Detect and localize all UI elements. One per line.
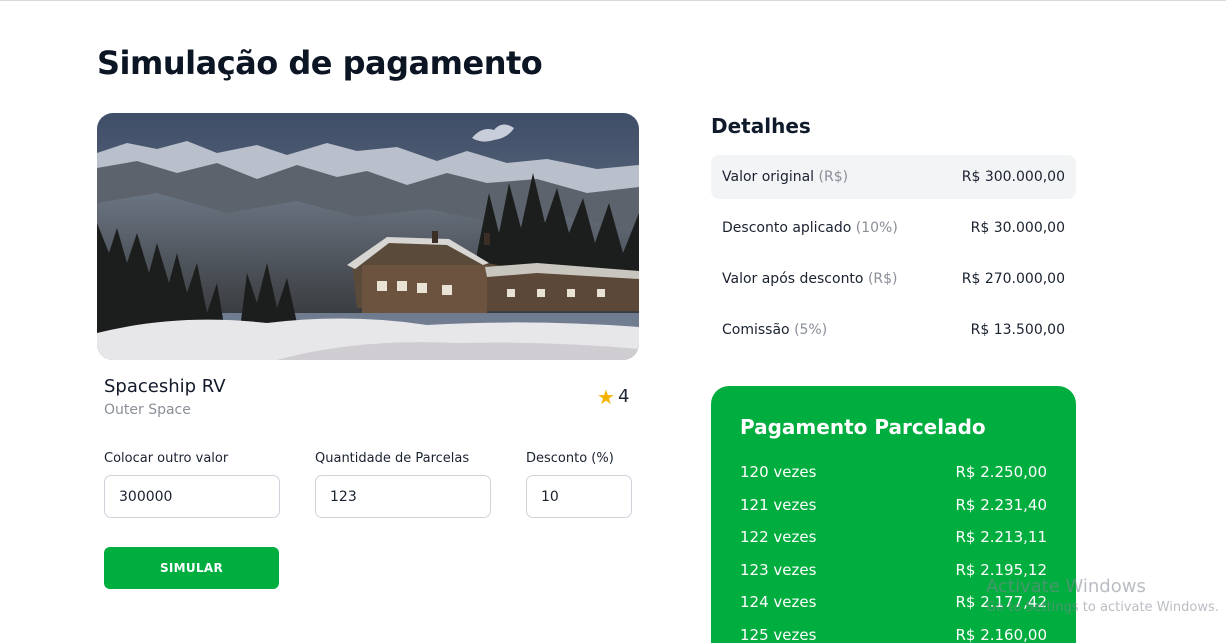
detail-row-value-after-discount: Valor após desconto (R$) R$ 270.000,00: [711, 257, 1076, 301]
rating-value: 4: [617, 386, 630, 407]
installment-value: R$ 2.213,11: [955, 528, 1047, 546]
property-location: Outer Space: [104, 402, 191, 418]
installment-count: 125 vezes: [740, 625, 817, 643]
detail-label-unit: (R$): [818, 169, 849, 185]
detail-label: Valor após desconto (R$): [722, 271, 898, 287]
detail-row-original-value: Valor original (R$) R$ 300.000,00: [711, 155, 1076, 199]
detail-value: R$ 270.000,00: [961, 271, 1065, 287]
detail-row-discount: Desconto aplicado (10%) R$ 30.000,00: [711, 206, 1076, 250]
detail-value: R$ 30.000,00: [970, 220, 1065, 236]
value-label: Colocar outro valor: [104, 451, 229, 466]
property-rating: ★ 4: [597, 386, 629, 407]
installments-label: Quantidade de Parcelas: [315, 451, 470, 466]
details-list: Valor original (R$) R$ 300.000,00 Descon…: [711, 155, 1076, 359]
detail-label-text: Desconto aplicado: [722, 220, 852, 236]
detail-value: R$ 13.500,00: [970, 322, 1065, 338]
installments-title: Pagamento Parcelado: [740, 415, 986, 439]
details-title: Detalhes: [711, 114, 811, 138]
top-border: [0, 0, 1226, 1]
discount-input[interactable]: [526, 475, 632, 518]
detail-label-unit: (5%): [794, 322, 828, 338]
detail-value: R$ 300.000,00: [961, 169, 1065, 185]
installment-count: 121 vezes: [740, 495, 817, 514]
page-title: Simulação de pagamento: [97, 44, 543, 82]
star-icon: ★: [597, 384, 615, 409]
detail-label-text: Valor original: [722, 169, 815, 185]
installment-count: 122 vezes: [740, 528, 817, 546]
property-name: Spaceship RV: [104, 376, 226, 397]
installment-row: 125 vezes R$ 2.160,00: [740, 626, 1047, 643]
detail-label-unit: (10%): [855, 220, 898, 236]
installment-count: 120 vezes: [740, 463, 817, 481]
installments-input[interactable]: [315, 475, 491, 518]
detail-label: Desconto aplicado (10%): [722, 220, 898, 236]
installment-row: 124 vezes R$ 2.177,42: [740, 593, 1047, 626]
detail-label-text: Comissão: [722, 322, 790, 338]
installment-count: 123 vezes: [740, 560, 817, 579]
installment-value: R$ 2.250,00: [955, 463, 1047, 481]
installment-row: 122 vezes R$ 2.213,11: [740, 528, 1047, 561]
installment-value: R$ 2.195,12: [955, 560, 1047, 579]
installment-value: R$ 2.231,40: [955, 495, 1047, 514]
detail-row-commission: Comissão (5%) R$ 13.500,00: [711, 308, 1076, 352]
installment-value: R$ 2.177,42: [955, 593, 1047, 611]
installment-row: 120 vezes R$ 2.250,00: [740, 463, 1047, 496]
installment-value: R$ 2.160,00: [955, 625, 1047, 643]
installment-row: 123 vezes R$ 2.195,12: [740, 561, 1047, 594]
detail-label-text: Valor após desconto: [722, 271, 864, 287]
installments-card: Pagamento Parcelado 120 vezes R$ 2.250,0…: [711, 386, 1076, 643]
detail-label: Valor original (R$): [722, 169, 848, 185]
value-input[interactable]: [104, 475, 280, 518]
detail-label-unit: (R$): [867, 271, 898, 287]
installment-row: 121 vezes R$ 2.231,40: [740, 496, 1047, 529]
detail-label: Comissão (5%): [722, 322, 827, 338]
property-image: [97, 113, 639, 360]
discount-label: Desconto (%): [526, 451, 614, 466]
simulate-button[interactable]: SIMULAR: [104, 547, 279, 589]
installment-count: 124 vezes: [740, 593, 817, 611]
